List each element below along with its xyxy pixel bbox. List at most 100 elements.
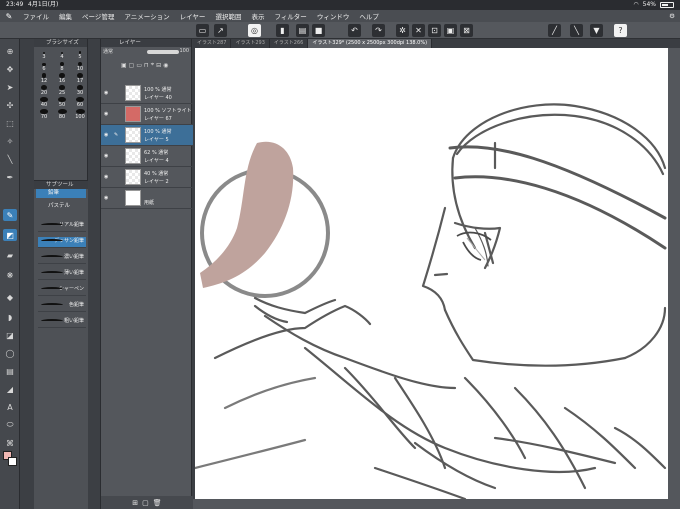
vertical-scrollbar[interactable] (668, 48, 680, 509)
new-layer-icon[interactable]: ⊞ (132, 499, 138, 507)
eraser-icon[interactable]: ◆ (3, 291, 17, 303)
menu-edit[interactable]: 編集 (54, 11, 77, 21)
settings-gear-icon[interactable]: ⚙ (664, 12, 680, 20)
tab-doc[interactable]: イラスト287 (193, 39, 232, 48)
visibility-eye-icon[interactable]: ◉ (104, 111, 111, 117)
subtab-pastel[interactable]: パステル (36, 202, 86, 211)
preset-mechanical-pencil[interactable]: シャーペン (38, 285, 86, 296)
menu-layer[interactable]: レイヤー (175, 11, 211, 21)
snap-icon[interactable]: ╲ (570, 24, 583, 37)
layer-row[interactable]: ◉ 100 % 通常 レイヤー 40 (101, 83, 193, 104)
brush-size-option[interactable]: 16 (54, 73, 70, 84)
brush-size-option[interactable]: 25 (54, 85, 70, 96)
brush-size-option[interactable]: 17 (72, 73, 88, 84)
crop-icon[interactable]: ⊡ (428, 24, 441, 37)
brush-size-option[interactable]: 3 (36, 49, 52, 60)
menu-file[interactable]: ファイル (18, 11, 54, 21)
menu-animation[interactable]: アニメーション (119, 11, 174, 21)
layer-row-paper[interactable]: ◉ 用紙 (101, 188, 193, 209)
layer-row[interactable]: ◉ 100 % ソフトライト レイヤー 67 (101, 104, 193, 125)
balloon-icon[interactable]: ⬭ (3, 419, 17, 431)
clip-layer-icon[interactable]: ⊓ (144, 62, 149, 69)
layer-row[interactable]: ◉ 40 % 通常 レイヤー 2 (101, 167, 193, 188)
brush-size-option[interactable]: 6 (36, 61, 52, 72)
brush-icon[interactable]: ◩ (3, 229, 17, 241)
text-icon[interactable]: A (3, 401, 17, 413)
save-icon[interactable]: ▮ (276, 24, 289, 37)
menu-window[interactable]: ウィンドウ (312, 11, 355, 21)
operation-icon[interactable]: ➤ (3, 81, 17, 93)
menu-selection[interactable]: 選択範囲 (210, 11, 246, 21)
canvas-icon[interactable]: ■ (312, 24, 325, 37)
blend-mode-select[interactable]: 通常 (103, 49, 113, 55)
new-icon[interactable]: ▭ (196, 24, 209, 37)
sub-color-swatch[interactable] (8, 457, 17, 466)
horizontal-scrollbar[interactable] (193, 499, 680, 509)
auto-select-icon[interactable]: ✧ (3, 135, 17, 147)
gradient-icon[interactable]: ◪ (3, 329, 17, 341)
help-icon[interactable]: ? (614, 24, 627, 37)
brush-size-option[interactable]: 12 (36, 73, 52, 84)
brush-size-option[interactable]: 70 (36, 109, 52, 120)
visibility-eye-icon[interactable]: ◉ (104, 195, 111, 201)
clear-icon[interactable]: ✲ (396, 24, 409, 37)
brush-size-option[interactable]: 30 (72, 85, 88, 96)
menu-page[interactable]: ページ管理 (77, 11, 119, 21)
preset-rough-pencil[interactable]: 粗い鉛筆 (38, 317, 86, 328)
decoration-icon[interactable]: ❋ (3, 269, 17, 281)
brush-size-option[interactable]: 60 (72, 97, 88, 108)
export-icon[interactable]: ▤ (296, 24, 309, 37)
brush-size-option[interactable]: 80 (54, 109, 70, 120)
delete-layer-icon[interactable]: 🗑 (153, 499, 162, 507)
undo-icon[interactable]: ↶ (348, 24, 361, 37)
new-raster-layer-icon[interactable]: ▣ (121, 62, 127, 69)
layer-move-icon[interactable]: ✣ (3, 99, 17, 111)
tab-doc-active[interactable]: イラスト329* (2500 x 2500px 300dpi 138.0%) (308, 39, 433, 48)
brush-size-option[interactable]: 20 (36, 85, 52, 96)
copy-layer-icon[interactable]: ▢ (142, 499, 149, 507)
brush-size-option[interactable]: 50 (54, 97, 70, 108)
preset-light-pencil[interactable]: 薄い鉛筆 (38, 269, 86, 280)
transform-icon[interactable]: ⊠ (460, 24, 473, 37)
brush-size-option[interactable]: 100 (72, 109, 88, 120)
ruler-icon[interactable]: ◢ (3, 383, 17, 395)
selection-icon[interactable]: ⬚ (3, 117, 17, 129)
pen-icon[interactable]: ✒ (3, 171, 17, 183)
reference-layer-icon[interactable]: ⌖ (151, 61, 154, 69)
eyedropper-icon[interactable]: ╲ (3, 153, 17, 165)
quick-access-icon[interactable]: ◎ (248, 24, 261, 37)
preset-real-pencil[interactable]: リアル鉛筆 (38, 221, 86, 232)
brush-size-option[interactable]: 40 (36, 97, 52, 108)
visibility-eye-icon[interactable]: ◉ (104, 90, 111, 96)
menu-filter[interactable]: フィルター (269, 11, 311, 21)
new-vector-layer-icon[interactable]: ▢ (129, 62, 135, 69)
layer-row-selected[interactable]: ◉ ✎ 100 % 通常 レイヤー 5 (101, 125, 193, 146)
layer-row[interactable]: ◉ 62 % 通常 レイヤー 4 (101, 146, 193, 167)
lock-icon[interactable]: ⊟ (156, 62, 161, 69)
move-icon[interactable]: ✥ (3, 63, 17, 75)
visibility-eye-icon[interactable]: ◉ (104, 132, 111, 138)
drawing-canvas[interactable] (195, 48, 668, 499)
menu-help[interactable]: ヘルプ (354, 11, 384, 21)
tab-doc[interactable]: イラスト293 (231, 39, 270, 48)
opacity-slider[interactable] (147, 50, 179, 54)
new-folder-icon[interactable]: ▭ (136, 62, 142, 69)
brush-size-option[interactable]: 5 (72, 49, 88, 60)
correction-icon[interactable]: ⌘ (3, 437, 17, 449)
redo-icon[interactable]: ↷ (372, 24, 385, 37)
brush-size-option[interactable]: 4 (54, 49, 70, 60)
subtab-pencil[interactable]: 鉛筆 (36, 189, 86, 198)
open-icon[interactable]: ↗ (214, 24, 227, 37)
airbrush-icon[interactable]: ▰ (3, 249, 17, 261)
tab-doc[interactable]: イラスト266 (270, 39, 309, 48)
zoom-icon[interactable]: ⊕ (3, 45, 17, 57)
visibility-eye-icon[interactable]: ◉ (104, 153, 111, 159)
pencil-icon[interactable]: ✎ (3, 209, 17, 221)
menu-view[interactable]: 表示 (246, 11, 269, 21)
mask-icon[interactable]: ◉ (163, 62, 168, 69)
brush-size-option[interactable]: 10 (72, 61, 88, 72)
visibility-eye-icon[interactable]: ◉ (104, 174, 111, 180)
frame-icon[interactable]: ▤ (3, 365, 17, 377)
clear-selection-icon[interactable]: ✕ (412, 24, 425, 37)
brush-size-option[interactable]: 8 (54, 61, 70, 72)
